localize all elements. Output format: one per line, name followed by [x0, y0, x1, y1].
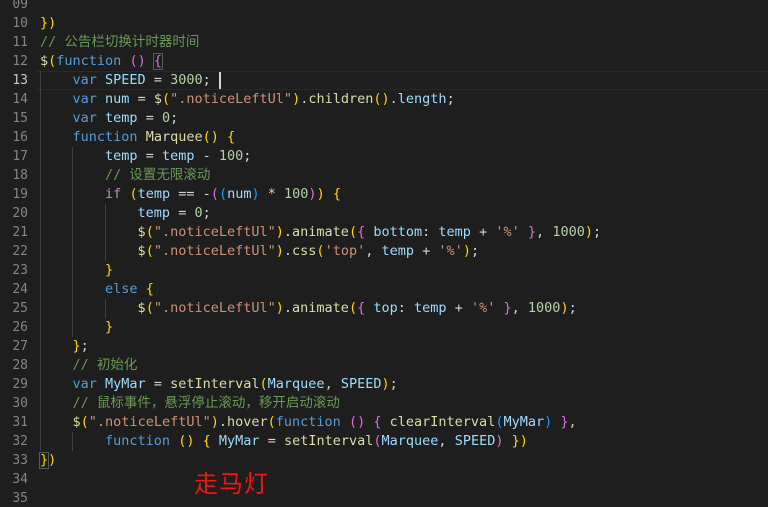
- line-number[interactable]: 33: [0, 451, 28, 470]
- code-line[interactable]: var temp = 0;: [36, 109, 768, 128]
- code-line[interactable]: $(".noticeLeftUl").animate({ bottom: tem…: [36, 223, 768, 242]
- code-line[interactable]: }): [36, 14, 768, 33]
- line-number[interactable]: 15: [0, 109, 28, 128]
- line-number[interactable]: 09: [0, 0, 28, 14]
- code-line[interactable]: else {: [36, 280, 768, 299]
- code-line[interactable]: var num = $(".noticeLeftUl").children().…: [36, 90, 768, 109]
- annotation-label: 走马灯: [194, 470, 269, 498]
- code-line[interactable]: // 设置无限滚动: [36, 166, 768, 185]
- line-number[interactable]: 35: [0, 489, 28, 507]
- line-number-gutter[interactable]: 09 10 11 12 13 14 15 16 17 18 19 20 21 22 23 24 25 26 27 28…: [0, 0, 36, 507]
- line-number[interactable]: 32: [0, 432, 28, 451]
- line-number[interactable]: 11: [0, 33, 28, 52]
- code-line[interactable]: $(".noticeLeftUl").hover(function () { c…: [36, 413, 768, 432]
- code-line[interactable]: temp = 0;: [36, 204, 768, 223]
- code-line[interactable]: // 初始化: [36, 356, 768, 375]
- code-editor[interactable]: 09 10 11 12 13 14 15 16 17 18 19 20 21 22 23 24 25 26 27 28…: [0, 0, 768, 507]
- line-number[interactable]: 10: [0, 14, 28, 33]
- code-line[interactable]: function () { MyMar = setInterval(Marque…: [36, 432, 768, 451]
- line-number[interactable]: 19: [0, 185, 28, 204]
- line-number[interactable]: 34: [0, 470, 28, 489]
- line-number[interactable]: 20: [0, 204, 28, 223]
- line-number[interactable]: 14: [0, 90, 28, 109]
- code-line[interactable]: }): [36, 451, 768, 470]
- code-line[interactable]: // 公告栏切换计时器时间: [36, 33, 768, 52]
- line-number[interactable]: 18: [0, 166, 28, 185]
- line-number[interactable]: 31: [0, 413, 28, 432]
- code-line[interactable]: [36, 489, 768, 507]
- line-number[interactable]: 26: [0, 318, 28, 337]
- line-number[interactable]: 12: [0, 52, 28, 71]
- line-number[interactable]: 29: [0, 375, 28, 394]
- line-number[interactable]: 21: [0, 223, 28, 242]
- code-content[interactable]: })// 公告栏切换计时器时间 $(function () { var SPEED…: [36, 0, 768, 507]
- code-line[interactable]: }: [36, 261, 768, 280]
- code-line[interactable]: // 鼠标事件，悬浮停止滚动，移开启动滚动: [36, 394, 768, 413]
- line-number[interactable]: 22: [0, 242, 28, 261]
- code-line[interactable]: var MyMar = setInterval(Marquee, SPEED);: [36, 375, 768, 394]
- line-number[interactable]: 24: [0, 280, 28, 299]
- line-number[interactable]: 28: [0, 356, 28, 375]
- line-number[interactable]: 17: [0, 147, 28, 166]
- code-line[interactable]: };: [36, 337, 768, 356]
- code-line[interactable]: var SPEED = 3000;: [36, 71, 768, 90]
- line-number[interactable]: 27: [0, 337, 28, 356]
- line-number[interactable]: 23: [0, 261, 28, 280]
- line-number[interactable]: 30: [0, 394, 28, 413]
- code-line[interactable]: $(".noticeLeftUl").css('top', temp + '%'…: [36, 242, 768, 261]
- code-line[interactable]: [36, 0, 768, 14]
- code-line[interactable]: function Marquee() {: [36, 128, 768, 147]
- line-number[interactable]: 25: [0, 299, 28, 318]
- code-line[interactable]: }: [36, 318, 768, 337]
- code-line[interactable]: $(".noticeLeftUl").animate({ top: temp +…: [36, 299, 768, 318]
- code-line[interactable]: [36, 470, 768, 489]
- line-number[interactable]: 16: [0, 128, 28, 147]
- code-line[interactable]: $(function () {: [36, 52, 768, 71]
- line-number[interactable]: 13: [0, 71, 28, 90]
- code-line[interactable]: temp = temp - 100;: [36, 147, 768, 166]
- code-line[interactable]: if (temp == -((num) * 100)) {: [36, 185, 768, 204]
